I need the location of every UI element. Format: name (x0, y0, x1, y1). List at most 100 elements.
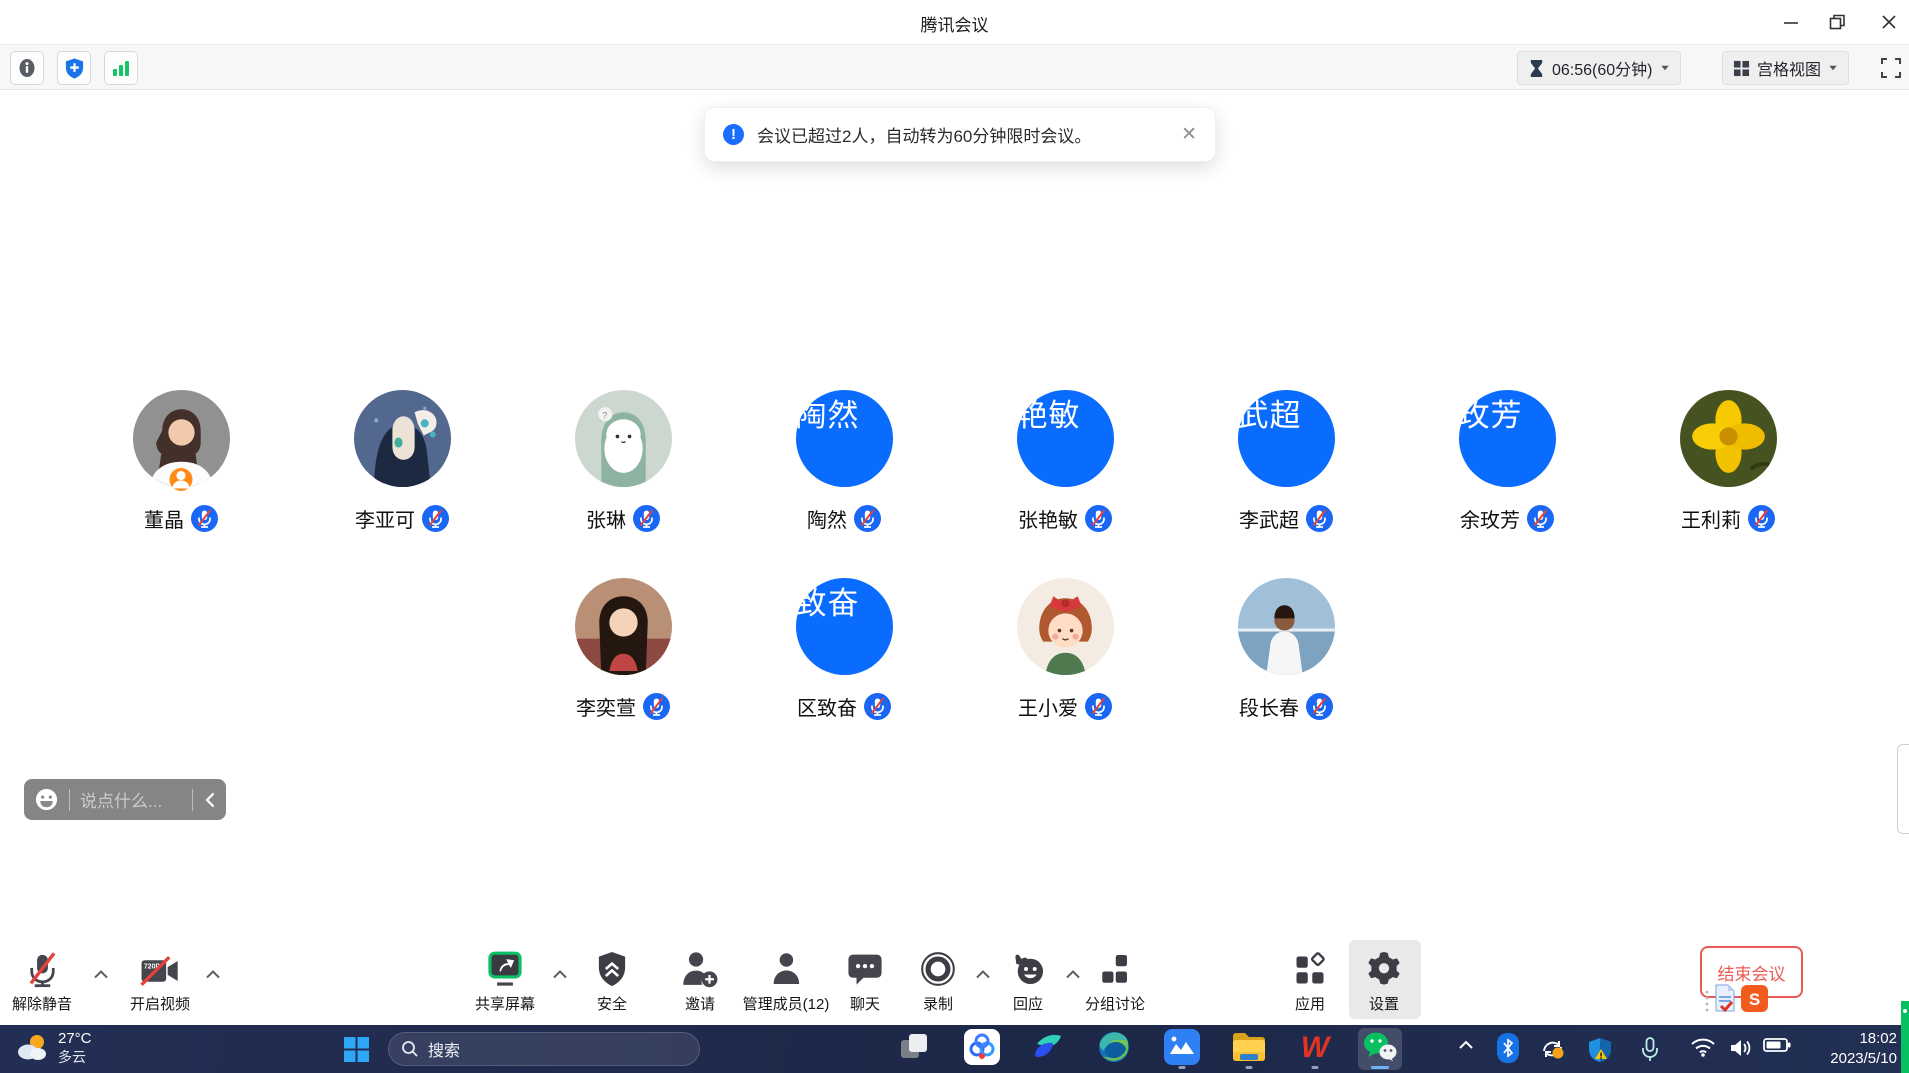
participant-cell[interactable]: 艳敏张艳敏 (955, 390, 1176, 533)
chat-input[interactable]: 说点什么... (80, 787, 182, 812)
meeting-app-icon (1164, 1029, 1200, 1070)
participant-cell[interactable]: 致奋区致奋 (734, 578, 955, 721)
participant-cell[interactable]: 段长春 (1176, 578, 1397, 721)
chat-label: 聊天 (850, 993, 880, 1014)
muted-mic-icon[interactable] (1527, 505, 1554, 532)
settings-button[interactable]: 设置 (1365, 948, 1403, 1014)
view-caret-icon (1829, 66, 1837, 71)
invite-button[interactable]: 邀请 (680, 948, 720, 1014)
participant-cell[interactable]: 玫芳余玫芳 (1397, 390, 1618, 533)
muted-mic-icon[interactable] (864, 693, 891, 720)
svg-text:S: S (1749, 990, 1760, 1009)
meeting-timer-button[interactable]: 06:56(60分钟) (1517, 51, 1681, 85)
defender-icon[interactable] (1587, 1037, 1613, 1068)
muted-mic-icon[interactable] (1306, 505, 1333, 532)
network-signal-button[interactable] (104, 51, 138, 85)
fullscreen-button[interactable] (1874, 51, 1908, 85)
participant-cell[interactable]: 武超李武超 (1176, 390, 1397, 533)
reaction-button[interactable]: 回应 (1009, 948, 1047, 1014)
security-label: 安全 (597, 993, 627, 1014)
record-options-chevron-icon[interactable] (976, 966, 991, 984)
wps-doc-icon[interactable] (1713, 984, 1737, 1012)
participant-cell[interactable]: 李亚可 (292, 390, 513, 533)
wps-taskbar-button[interactable]: W (1293, 1028, 1337, 1070)
avatar: ? (575, 390, 672, 487)
start-video-label: 开启视频 (130, 993, 190, 1014)
wechat-taskbar-button[interactable] (1358, 1028, 1402, 1070)
task-view-taskbar-button[interactable] (893, 1028, 937, 1070)
members-icon (768, 948, 804, 988)
scrollbar-thumb[interactable] (1897, 744, 1909, 834)
running-indicator (1179, 1066, 1186, 1069)
close-button[interactable] (1874, 8, 1904, 36)
muted-mic-icon[interactable] (854, 505, 881, 532)
taskbar-search[interactable]: 搜索 (388, 1032, 700, 1066)
muted-mic-icon[interactable] (643, 693, 670, 720)
docs-taskbar-button[interactable] (1026, 1028, 1070, 1070)
unmute-button[interactable]: 解除静音 (12, 948, 72, 1014)
edge-taskbar-button[interactable] (1092, 1028, 1136, 1070)
record-button[interactable]: 录制 (919, 948, 957, 1014)
tray-expand-icon[interactable] (1458, 1037, 1474, 1055)
tencent-meeting-taskbar-button[interactable] (960, 1028, 1004, 1070)
meeting-app-taskbar-button[interactable] (1160, 1028, 1204, 1070)
chevron-left-icon[interactable] (203, 792, 216, 808)
security-button[interactable]: 安全 (595, 948, 629, 1014)
toast-close-button[interactable]: ✕ (1181, 123, 1197, 146)
record-icon (919, 948, 957, 988)
reaction-options-chevron-icon[interactable] (1066, 966, 1081, 984)
wifi-icon[interactable] (1690, 1037, 1716, 1062)
participant-cell[interactable]: 王利莉 (1618, 390, 1839, 533)
participant-name: 张琳 (586, 504, 626, 533)
participant-name: 王小爱 (1018, 692, 1078, 721)
start-video-options-chevron-icon[interactable] (206, 966, 221, 984)
restore-button[interactable] (1822, 8, 1852, 36)
file-explorer-taskbar-button[interactable] (1227, 1028, 1271, 1070)
participant-cell[interactable]: ? 张琳 (513, 390, 734, 533)
weather-widget[interactable]: 27°C 多云 (14, 1029, 92, 1067)
share-screen-options-chevron-icon[interactable] (553, 966, 568, 984)
apps-label: 应用 (1295, 993, 1325, 1014)
sync-icon[interactable] (1540, 1037, 1566, 1066)
participant-name: 李亚可 (355, 504, 415, 533)
participant-cell[interactable]: 王小爱 (955, 578, 1176, 721)
muted-mic-icon[interactable] (1306, 693, 1333, 720)
muted-mic-icon[interactable] (633, 505, 660, 532)
muted-mic-icon[interactable] (1085, 505, 1112, 532)
chat-button[interactable]: 聊天 (847, 948, 884, 1014)
taskbar-clock[interactable]: 18:02 2023/5/10 (1830, 1029, 1897, 1069)
wechat-panel-sliver[interactable] (1901, 1001, 1909, 1073)
participant-cell[interactable]: 李奕萱 (513, 578, 734, 721)
muted-mic-icon[interactable] (191, 505, 218, 532)
drag-handle-icon[interactable] (1704, 989, 1710, 1013)
muted-mic-icon[interactable] (1748, 505, 1775, 532)
apps-button[interactable]: 应用 (1292, 948, 1328, 1014)
volume-icon[interactable] (1729, 1037, 1753, 1064)
meeting-protect-button[interactable] (57, 51, 91, 85)
breakout-button[interactable]: 分组讨论 (1085, 948, 1145, 1014)
participant-cell[interactable]: 董晶 (71, 390, 292, 533)
windows-taskbar: 27°C 多云 搜索 W (0, 1025, 1909, 1073)
chat-quick-bar[interactable]: 说点什么... (24, 779, 226, 820)
s-app-icon[interactable]: S (1741, 985, 1768, 1012)
bluetooth-icon[interactable] (1497, 1033, 1519, 1068)
unmute-options-chevron-icon[interactable] (94, 966, 109, 984)
members-button[interactable]: 管理成员(12) (743, 948, 830, 1014)
wechat-icon (1362, 1030, 1398, 1069)
reaction-label: 回应 (1013, 993, 1043, 1014)
meeting-info-button[interactable] (10, 51, 44, 85)
start-video-button[interactable]: 720P开启视频 (130, 948, 190, 1014)
wps-icon: W (1296, 1030, 1334, 1069)
participant-name: 区致奋 (797, 692, 857, 721)
battery-icon[interactable] (1763, 1037, 1791, 1058)
muted-mic-icon[interactable] (1085, 693, 1112, 720)
start-button[interactable] (338, 1033, 374, 1065)
emoji-icon[interactable] (34, 787, 59, 812)
share-screen-button[interactable]: 共享屏幕 (475, 948, 535, 1014)
participant-name: 李奕萱 (576, 692, 636, 721)
microphone-icon[interactable] (1641, 1037, 1659, 1068)
participant-cell[interactable]: 陶然陶然 (734, 390, 955, 533)
minimize-button[interactable] (1776, 8, 1806, 36)
muted-mic-icon[interactable] (422, 505, 449, 532)
view-mode-button[interactable]: 宫格视图 (1722, 51, 1849, 85)
